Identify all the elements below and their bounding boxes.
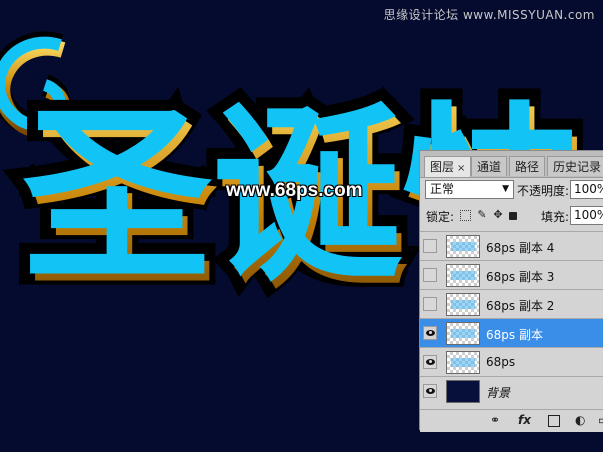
link-icon[interactable]: ⚭ [490,413,500,427]
blend-mode-value: 正常 [430,182,455,196]
tab-layers-label: 图层 [430,160,455,174]
layer-thumbnail [446,322,480,345]
blend-row: 正常 ▼ 不透明度: 100% [420,180,603,202]
fill-label: 填充: [541,210,570,224]
layer-row-copy-3[interactable]: 68ps 副本 3 [420,260,603,289]
fill-input[interactable]: 100% [570,206,603,225]
layer-name: 背景 [486,386,511,400]
opacity-input[interactable]: 100% [570,180,603,199]
layers-panel: 图层× 通道 路径 历史记录 正常 ▼ 不透明度: 100% 锁定: ✎ ✥ 填… [419,150,603,432]
tab-history-label: 历史记录 [553,160,602,174]
blend-mode-select[interactable]: 正常 ▼ [425,180,514,199]
visibility-toggle[interactable] [423,355,437,369]
layer-list: 68ps 副本 4 68ps 副本 3 68ps 副本 2 68ps 副本 68… [420,231,603,405]
eye-icon [426,388,435,394]
tab-channels-label: 通道 [477,160,502,174]
adjustment-icon[interactable]: ◐ [575,413,585,427]
layer-name: 68ps 副本 [486,328,543,342]
layer-thumbnail [446,264,480,287]
layer-row-copy-2[interactable]: 68ps 副本 2 [420,289,603,318]
visibility-toggle[interactable] [423,326,437,340]
layer-thumbnail [446,293,480,316]
lock-transparency-icon[interactable] [460,210,471,221]
layer-name: 68ps [486,355,516,369]
lock-label: 锁定: [426,210,455,224]
tab-paths-label: 路径 [515,160,540,174]
layer-thumbnail [446,235,480,258]
layer-name: 68ps 副本 2 [486,299,555,313]
tab-history[interactable]: 历史记录 [547,156,603,176]
opacity-label: 不透明度: [517,184,570,198]
layer-row-68ps[interactable]: 68ps [420,347,603,376]
tab-channels[interactable]: 通道 [471,156,508,176]
layer-name: 68ps 副本 4 [486,241,555,255]
eye-icon [426,330,435,336]
site-watermark: www.68ps.com [226,180,363,201]
visibility-toggle[interactable] [423,297,437,311]
layer-row-copy-4[interactable]: 68ps 副本 4 [420,231,603,260]
dropdown-arrow-icon: ▼ [502,184,509,194]
lock-row: 锁定: ✎ ✥ 填充: 100% [420,206,603,228]
layer-row-background[interactable]: 背景 [420,376,603,405]
lock-all-icon[interactable] [509,212,517,220]
layers-bottom-toolbar: ⚭ fx ◐ ▭ [420,409,603,432]
fx-icon[interactable]: fx [518,413,531,427]
layer-name: 68ps 副本 3 [486,270,555,284]
layer-thumbnail [446,351,480,374]
close-icon[interactable]: × [457,163,465,174]
eye-icon [426,359,435,365]
visibility-toggle[interactable] [423,268,437,282]
mask-icon[interactable] [548,415,560,427]
visibility-toggle[interactable] [423,239,437,253]
tab-paths[interactable]: 路径 [509,156,546,176]
visibility-toggle[interactable] [423,384,437,398]
panel-tab-bar: 图层 × 通道 路径 历史记录 [420,151,603,178]
lock-brush-icon[interactable]: ✎ [476,208,488,221]
layer-row-copy[interactable]: 68ps 副本 [420,318,603,347]
folder-icon[interactable]: ▭ [598,413,603,427]
layer-thumbnail [446,380,480,403]
lock-move-icon[interactable]: ✥ [492,208,504,221]
tab-layers[interactable]: 图层 × [424,156,472,177]
